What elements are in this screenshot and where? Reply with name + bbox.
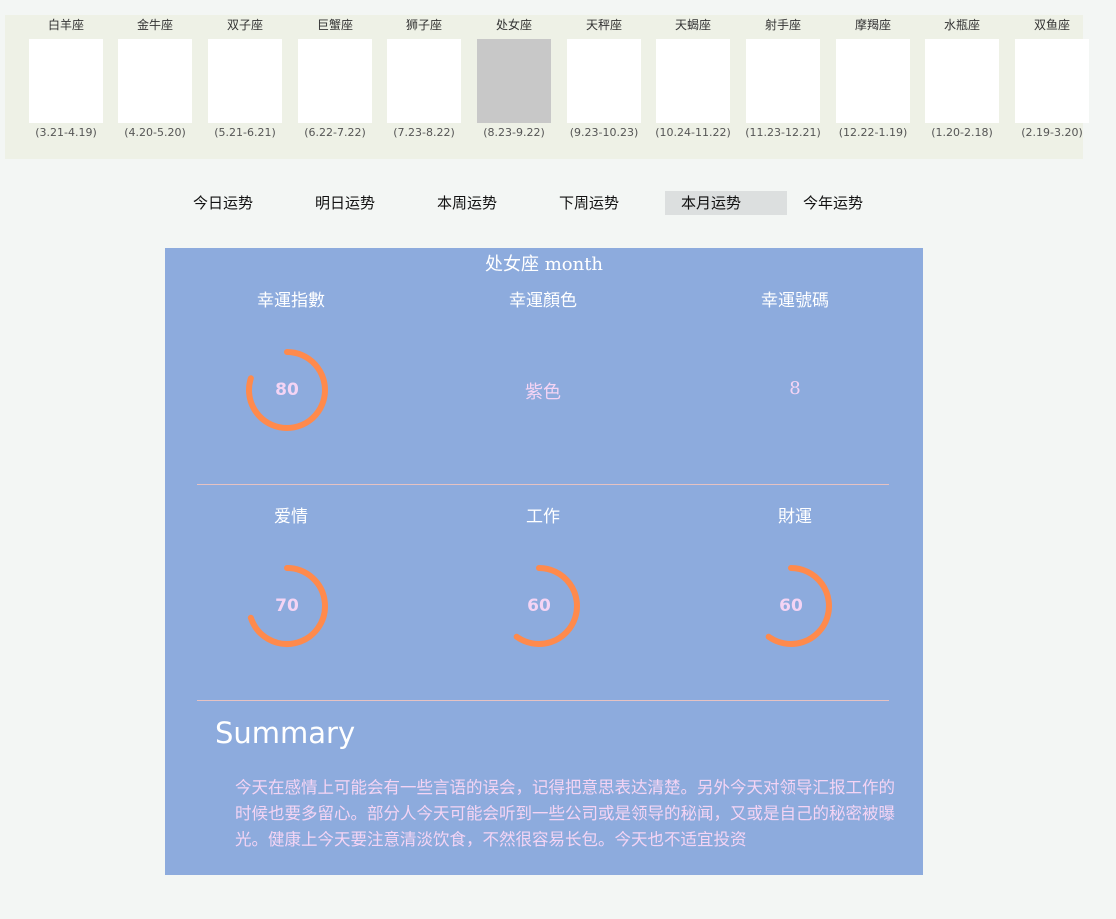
summary-heading: Summary bbox=[215, 716, 356, 750]
zodiac-item-capricorn[interactable]: 摩羯座 (12.22-1.19) bbox=[833, 15, 913, 141]
virgo-star-character-icon[interactable] bbox=[477, 39, 551, 123]
zodiac-item-sagittarius[interactable]: 射手座 (11.23-12.21) bbox=[743, 15, 823, 141]
zodiac-item-virgo[interactable]: 处女座 (8.23-9.22) bbox=[474, 15, 554, 141]
lucky-color-label: 幸運顏色 bbox=[509, 291, 577, 311]
work-label: 工作 bbox=[526, 507, 560, 527]
lucky-color-value: 紫色 bbox=[525, 382, 561, 403]
lucky-number-value: 8 bbox=[789, 378, 801, 399]
zodiac-item-scorpio[interactable]: 天蝎座 (10.24-11.22) bbox=[653, 15, 733, 141]
aries-star-character-icon[interactable] bbox=[29, 39, 103, 123]
zodiac-item-gemini[interactable]: 双子座 (5.21-6.21) bbox=[205, 15, 285, 141]
work-value: 60 bbox=[527, 596, 551, 616]
zodiac-dates: (3.21-4.19) bbox=[35, 126, 97, 139]
work-cell: 工作 60 bbox=[417, 502, 669, 662]
cancer-star-character-icon[interactable] bbox=[298, 39, 372, 123]
tab-tomorrow[interactable]: 明日运势 bbox=[299, 191, 421, 215]
panel-title: 处女座 month bbox=[484, 254, 604, 275]
love-cell: 爱情 70 bbox=[165, 502, 417, 662]
zodiac-item-aries[interactable]: 白羊座 (3.21-4.19) bbox=[26, 15, 106, 141]
zodiac-dates: (12.22-1.19) bbox=[838, 126, 908, 139]
zodiac-name: 射手座 bbox=[764, 18, 801, 32]
scorpio-star-character-icon[interactable] bbox=[656, 39, 730, 123]
zodiac-item-cancer[interactable]: 巨蟹座 (6.22-7.22) bbox=[295, 15, 375, 141]
zodiac-name: 双鱼座 bbox=[1033, 18, 1070, 32]
lucky-index-cell: 幸運指數 80 bbox=[165, 286, 417, 446]
zodiac-name: 金牛座 bbox=[136, 18, 173, 32]
zodiac-item-pisces[interactable]: 双鱼座 (2.19-3.20) bbox=[1012, 15, 1092, 141]
wealth-cell: 財運 60 bbox=[669, 502, 921, 662]
zodiac-dates: (2.19-3.20) bbox=[1021, 126, 1083, 139]
section-divider bbox=[197, 700, 889, 701]
capricorn-star-character-icon[interactable] bbox=[836, 39, 910, 123]
zodiac-dates: (8.23-9.22) bbox=[483, 126, 545, 139]
zodiac-name: 处女座 bbox=[495, 18, 532, 32]
zodiac-dates: (4.20-5.20) bbox=[124, 126, 186, 139]
zodiac-dates: (11.23-12.21) bbox=[745, 126, 821, 139]
zodiac-name: 狮子座 bbox=[405, 18, 442, 32]
lucky-index-value: 80 bbox=[275, 380, 299, 400]
zodiac-name: 天蝎座 bbox=[674, 18, 711, 32]
libra-star-character-icon[interactable] bbox=[567, 39, 641, 123]
zodiac-name: 摩羯座 bbox=[854, 18, 891, 32]
summary-text: 今天在感情上可能会有一些言语的误会，记得把意思表达清楚。另外今天对领导汇报工作的… bbox=[235, 778, 895, 849]
gemini-star-character-icon[interactable] bbox=[208, 39, 282, 123]
section-divider bbox=[197, 484, 889, 485]
tab-this-month[interactable]: 本月运势 bbox=[665, 191, 787, 215]
sagittarius-star-character-icon[interactable] bbox=[746, 39, 820, 123]
lucky-index-label: 幸運指數 bbox=[257, 291, 325, 311]
work-gauge: 60 bbox=[495, 562, 583, 650]
tab-today[interactable]: 今日运势 bbox=[177, 191, 299, 215]
love-label: 爱情 bbox=[274, 507, 308, 527]
zodiac-name: 白羊座 bbox=[47, 18, 84, 32]
lucky-number-cell: 幸運號碼 8 bbox=[669, 286, 921, 446]
zodiac-dates: (5.21-6.21) bbox=[214, 126, 276, 139]
zodiac-item-aquarius[interactable]: 水瓶座 (1.20-2.18) bbox=[922, 15, 1002, 141]
zodiac-item-libra[interactable]: 天秤座 (9.23-10.23) bbox=[564, 15, 644, 141]
zodiac-dates: (1.20-2.18) bbox=[931, 126, 993, 139]
tab-this-week[interactable]: 本周运势 bbox=[421, 191, 543, 215]
tab-next-week[interactable]: 下周运势 bbox=[543, 191, 665, 215]
zodiac-dates: (6.22-7.22) bbox=[304, 126, 366, 139]
wealth-value: 60 bbox=[779, 596, 803, 616]
zodiac-dates: (7.23-8.22) bbox=[393, 126, 455, 139]
zodiac-name: 巨蟹座 bbox=[316, 18, 353, 32]
zodiac-name: 双子座 bbox=[226, 18, 263, 32]
zodiac-dates: (10.24-11.22) bbox=[655, 126, 731, 139]
leo-star-character-icon[interactable] bbox=[387, 39, 461, 123]
zodiac-name: 天秤座 bbox=[585, 18, 622, 32]
zodiac-selector: 白羊座 (3.21-4.19) 金牛座 (4.20-5.20) 双子座 (5.2… bbox=[5, 15, 1089, 159]
lucky-number-label: 幸運號碼 bbox=[761, 291, 829, 311]
lucky-color-cell: 幸運顏色 紫色 bbox=[417, 286, 669, 446]
tab-this-year[interactable]: 今年运势 bbox=[787, 191, 909, 215]
zodiac-item-taurus[interactable]: 金牛座 (4.20-5.20) bbox=[115, 15, 195, 141]
love-gauge: 70 bbox=[243, 562, 331, 650]
aquarius-star-character-icon[interactable] bbox=[925, 39, 999, 123]
taurus-star-character-icon[interactable] bbox=[118, 39, 192, 123]
pisces-star-character-icon[interactable] bbox=[1015, 39, 1089, 123]
wealth-label: 財運 bbox=[778, 507, 812, 527]
zodiac-dates: (9.23-10.23) bbox=[569, 126, 639, 139]
wealth-gauge: 60 bbox=[747, 562, 835, 650]
zodiac-item-leo[interactable]: 狮子座 (7.23-8.22) bbox=[384, 15, 464, 141]
love-value: 70 bbox=[275, 596, 299, 616]
zodiac-name: 水瓶座 bbox=[943, 18, 980, 32]
lucky-index-gauge: 80 bbox=[243, 346, 331, 434]
fortune-panel: 处女座 month 幸運指數 80 幸運顏色 紫色 幸運號碼 8 爱情 70 工… bbox=[165, 248, 923, 875]
